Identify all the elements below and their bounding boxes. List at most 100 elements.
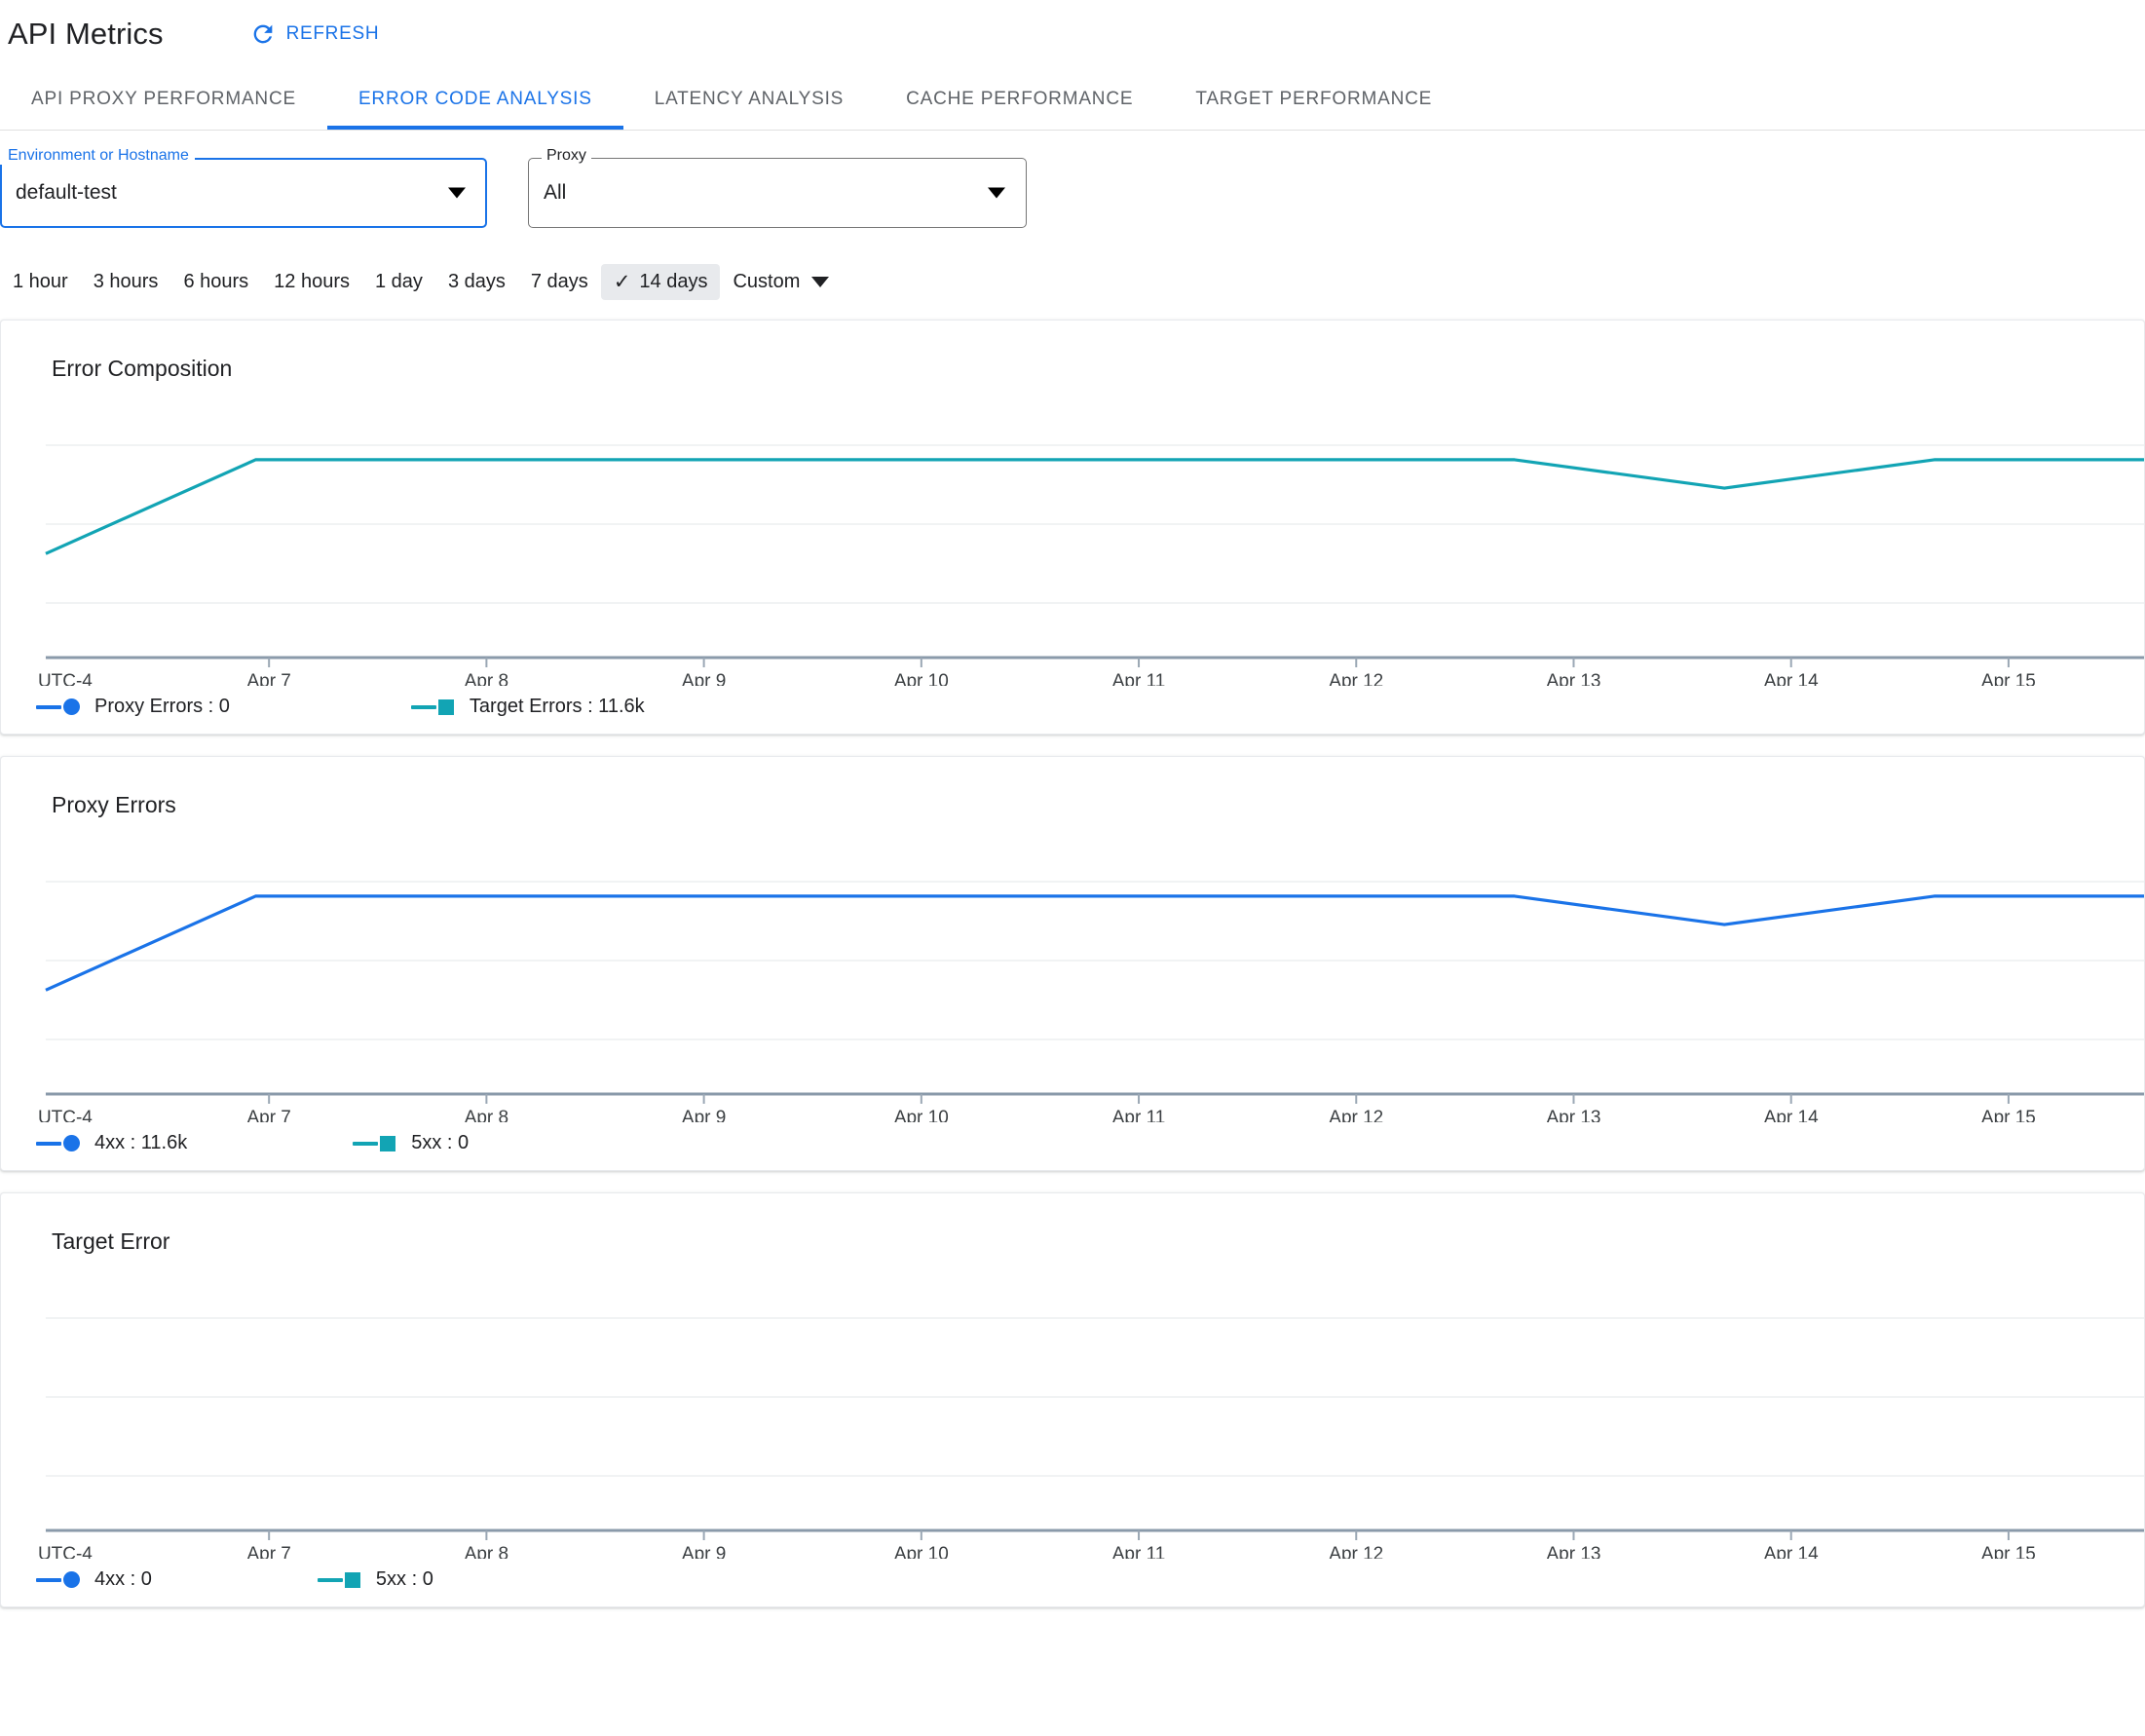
check-icon: ✓ <box>613 270 631 293</box>
charts-container: Error Composition UTC-4 Apr 7 Apr 8 Apr 9 Ap… <box>0 302 2145 1607</box>
tab-label: LATENCY ANALYSIS <box>654 88 845 109</box>
chevron-down-icon[interactable] <box>448 187 466 199</box>
chart-title: Error Composition <box>52 356 233 381</box>
time-range-custom-label: Custom <box>733 270 801 292</box>
chart-svg: UTC-4 Apr 7 Apr 8 Apr 9 Apr 10 Apr 11 Apr 12 Ap… <box>38 444 2144 686</box>
axis-tick-label: Apr 12 <box>1329 671 1383 686</box>
axis-tick-label: Apr 9 <box>682 1544 726 1559</box>
chevron-down-icon[interactable] <box>811 276 830 287</box>
chart-plot-error-composition[interactable]: UTC-4 Apr 7 Apr 8 Apr 9 Apr 10 Apr 11 Apr 12 Ap… <box>1 403 2144 686</box>
time-range-label: 6 hours <box>183 270 249 292</box>
time-range-1-hour[interactable]: 1 hour <box>0 264 81 300</box>
axis-tick-label: Apr 9 <box>682 671 726 686</box>
axis-tick-label: Apr 10 <box>894 1544 949 1559</box>
chart-title: Target Error <box>52 1228 170 1254</box>
time-range-label: 14 days <box>639 270 708 292</box>
legend-swatch-square-icon <box>353 1135 399 1151</box>
legend-label: Target Errors : 11.6k <box>469 696 645 717</box>
proxy-select[interactable]: Proxy All <box>528 147 1027 228</box>
series-line <box>45 894 2144 992</box>
axis-tick-label: Apr 8 <box>465 671 508 686</box>
legend-label: 4xx : 11.6k <box>94 1132 188 1153</box>
axis-tick-label: UTC-4 <box>38 1108 93 1122</box>
axis-tick-label: Apr 8 <box>465 1544 508 1559</box>
card-target-error: Target Error UTC-4 Apr 7 Apr 8 Apr 9 Apr 10 A… <box>0 1192 2145 1607</box>
legend-label: Proxy Errors : 0 <box>94 696 230 717</box>
axis-tick-label: Apr 11 <box>1112 1544 1166 1559</box>
axis-tick-label: Apr 8 <box>465 1108 508 1122</box>
legend-item-5xx[interactable]: 5xx : 0 <box>353 1132 469 1154</box>
chevron-down-icon[interactable] <box>988 187 1005 199</box>
proxy-value: All <box>544 181 567 204</box>
axis-tick-label: Apr 15 <box>1981 1108 2036 1122</box>
chart-legend: 4xx : 0 5xx : 0 <box>1 1559 2144 1606</box>
series-line <box>45 458 2144 555</box>
legend-swatch-circle-icon <box>36 1135 83 1151</box>
time-range-label: 7 days <box>530 270 588 292</box>
time-range-7-days[interactable]: 7 days <box>518 264 601 300</box>
tab-latency-analysis[interactable]: LATENCY ANALYSIS <box>623 68 875 130</box>
tab-label: API PROXY PERFORMANCE <box>31 88 296 109</box>
axis-tick-label: Apr 13 <box>1547 671 1601 686</box>
proxy-label: Proxy <box>542 147 591 165</box>
legend-label: 5xx : 0 <box>375 1568 433 1590</box>
axis-tick-label: Apr 10 <box>894 671 949 686</box>
time-range-label: 12 hours <box>274 270 350 292</box>
time-range-label: 3 hours <box>93 270 159 292</box>
legend-item-5xx[interactable]: 5xx : 0 <box>317 1568 433 1591</box>
time-range-3-days[interactable]: 3 days <box>435 264 518 300</box>
tab-bar: API PROXY PERFORMANCE ERROR CODE ANALYSI… <box>0 68 2145 131</box>
chart-title: Proxy Errors <box>52 792 176 817</box>
legend-item-proxy-errors[interactable]: Proxy Errors : 0 <box>36 696 230 718</box>
legend-item-4xx[interactable]: 4xx : 11.6k <box>36 1132 187 1154</box>
tab-error-code-analysis[interactable]: ERROR CODE ANALYSIS <box>326 68 623 130</box>
tab-cache-performance[interactable]: CACHE PERFORMANCE <box>875 68 1164 130</box>
field-outline <box>528 158 1027 228</box>
axis-tick-label: Apr 15 <box>1981 1544 2036 1559</box>
environment-or-hostname-select[interactable]: Environment or Hostname default-test <box>0 147 487 228</box>
chart-legend: Proxy Errors : 0 Target Errors : 11.6k <box>1 686 2144 734</box>
legend-label: 4xx : 0 <box>94 1568 152 1590</box>
card-proxy-errors: Proxy Errors UTC-4 Apr 7 Apr 8 Apr 9 Apr 10 A… <box>0 756 2145 1171</box>
refresh-icon <box>249 20 277 48</box>
tab-api-proxy-performance[interactable]: API PROXY PERFORMANCE <box>0 68 327 130</box>
legend-swatch-circle-icon <box>36 1571 83 1588</box>
tab-label: ERROR CODE ANALYSIS <box>358 88 592 109</box>
time-range-custom[interactable]: Custom <box>720 264 839 300</box>
axis-tick-label: Apr 15 <box>1981 671 2036 686</box>
axis-tick-label: Apr 7 <box>246 671 290 686</box>
chart-plot-target-error[interactable]: UTC-4 Apr 7 Apr 8 Apr 9 Apr 10 Apr 11 Apr 12 Ap… <box>1 1276 2144 1559</box>
axis-tick-label: Apr 14 <box>1764 1544 1819 1559</box>
axis-tick-label: Apr 9 <box>682 1108 726 1122</box>
page-title: API Metrics <box>8 17 164 51</box>
legend-swatch-square-icon <box>410 698 458 715</box>
axis-tick-label: Apr 7 <box>246 1544 290 1559</box>
axis-tick-label: Apr 11 <box>1112 671 1166 686</box>
card-error-composition: Error Composition UTC-4 Apr 7 Apr 8 Apr 9 Ap… <box>0 320 2145 735</box>
time-range-6-hours[interactable]: 6 hours <box>170 264 261 300</box>
tab-label: CACHE PERFORMANCE <box>906 88 1134 109</box>
axis-tick-label: Apr 7 <box>246 1108 290 1122</box>
refresh-button[interactable]: REFRESH <box>242 15 388 54</box>
axis-tick-label: Apr 10 <box>894 1108 949 1122</box>
legend-item-target-errors[interactable]: Target Errors : 11.6k <box>410 696 645 718</box>
page-header: API Metrics REFRESH <box>0 0 2145 68</box>
time-range-1-day[interactable]: 1 day <box>362 264 435 300</box>
environment-or-hostname-value: default-test <box>16 181 117 204</box>
legend-item-4xx[interactable]: 4xx : 0 <box>36 1568 152 1591</box>
legend-swatch-square-icon <box>317 1571 364 1588</box>
chart-svg: UTC-4 Apr 7 Apr 8 Apr 9 Apr 10 Apr 11 Apr 12 Ap… <box>38 881 2144 1122</box>
tab-target-performance[interactable]: TARGET PERFORMANCE <box>1164 68 1463 130</box>
chart-plot-proxy-errors[interactable]: UTC-4 Apr 7 Apr 8 Apr 9 Apr 10 Apr 11 Apr 12 Ap… <box>1 840 2144 1122</box>
refresh-label: REFRESH <box>285 23 380 44</box>
time-range-14-days[interactable]: ✓ 14 days <box>600 263 721 300</box>
environment-or-hostname-label: Environment or Hostname <box>0 147 195 165</box>
axis-tick-label: Apr 14 <box>1764 1108 1819 1122</box>
tab-label: TARGET PERFORMANCE <box>1195 88 1433 109</box>
time-range-12-hours[interactable]: 12 hours <box>261 264 362 300</box>
time-range-3-hours[interactable]: 3 hours <box>81 264 171 300</box>
legend-label: 5xx : 0 <box>411 1132 470 1153</box>
time-range-label: 1 day <box>375 270 423 292</box>
legend-swatch-circle-icon <box>36 698 83 715</box>
axis-tick-label: Apr 13 <box>1547 1108 1601 1122</box>
